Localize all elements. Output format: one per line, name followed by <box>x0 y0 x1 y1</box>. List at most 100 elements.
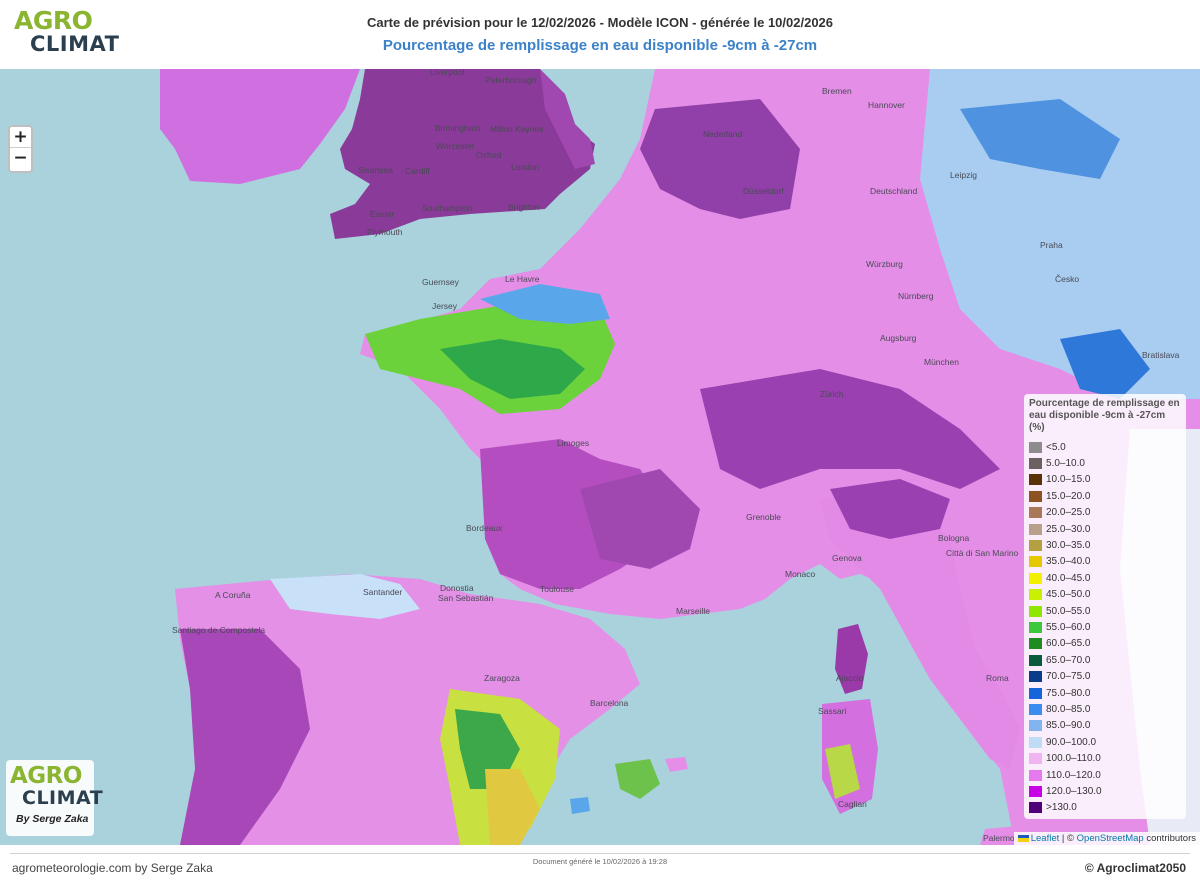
legend-item: 100.0–110.0 <box>1029 750 1181 766</box>
ukraine-flag-icon <box>1017 834 1029 842</box>
city-label: San Sebastián <box>438 593 494 603</box>
agroclimat-logo-box: AGRO CLIMAT By Serge Zaka <box>6 760 103 836</box>
legend-label: 15.0–20.0 <box>1046 490 1091 502</box>
city-label: Hannover <box>868 100 905 110</box>
legend-label: 20.0–25.0 <box>1046 507 1091 519</box>
legend-swatch <box>1029 802 1042 814</box>
legend-label: 50.0–55.0 <box>1046 605 1091 617</box>
legend-swatch <box>1029 703 1042 715</box>
city-label: Southampton <box>422 203 473 213</box>
legend-label: 55.0–60.0 <box>1046 621 1091 633</box>
city-label: Worcester <box>436 141 475 151</box>
city-label: Deutschland <box>870 186 918 196</box>
footer-generated-date: Document généré le 10/02/2026 à 19:28 <box>532 857 668 866</box>
city-label: Liverpool <box>430 69 465 77</box>
city-label: Zürich <box>820 389 844 399</box>
map-view[interactable]: Liverpool Birmingham Peterborough Milton… <box>0 69 1200 845</box>
map-canvas[interactable] <box>0 69 1200 845</box>
legend-swatch <box>1029 671 1042 683</box>
legend-swatch <box>1029 556 1042 568</box>
city-label: Toulouse <box>540 584 575 594</box>
legend-swatch <box>1029 638 1042 650</box>
legend-item: 5.0–10.0 <box>1029 455 1181 471</box>
city-label: Düsseldorf <box>743 186 784 196</box>
legend-item: 30.0–35.0 <box>1029 537 1181 553</box>
city-label: Bratislava <box>1142 350 1180 360</box>
legend-items: <5.0 5.0–10.0 10.0–15.0 15.0–20.0 20.0–25.0 2… <box>1029 439 1181 816</box>
city-label: Swansea <box>358 165 393 175</box>
legend-item: 40.0–45.0 <box>1029 570 1181 586</box>
legend-item: 65.0–70.0 <box>1029 652 1181 668</box>
city-label: Santiago de Compostela <box>172 625 266 635</box>
legend-label: 110.0–120.0 <box>1046 769 1101 781</box>
land-menorca <box>665 757 688 772</box>
city-label: München <box>924 357 959 367</box>
city-label: Città di San Marino <box>946 548 1019 558</box>
city-label: Santander <box>363 587 403 597</box>
legend-swatch <box>1029 720 1042 732</box>
legend-item: <5.0 <box>1029 439 1181 455</box>
zoom-control: + − <box>8 125 33 173</box>
header: AGRO CLIMAT Carte de prévision pour le 1… <box>0 0 1200 69</box>
footer-copyright: © Agroclimat2050 <box>1084 861 1186 875</box>
legend-item: 20.0–25.0 <box>1029 505 1181 521</box>
legend-swatch <box>1029 769 1042 781</box>
legend-swatch <box>1029 589 1042 601</box>
city-label: Jersey <box>432 301 458 311</box>
legend-item: 10.0–15.0 <box>1029 472 1181 488</box>
city-label: Zaragoza <box>484 673 520 683</box>
city-label: Sassari <box>818 706 847 716</box>
legend-label: 60.0–65.0 <box>1046 638 1091 650</box>
legend-item: 15.0–20.0 <box>1029 488 1181 504</box>
city-label: Genova <box>832 553 862 563</box>
legend-swatch <box>1029 687 1042 699</box>
city-label: Peterborough <box>485 75 537 85</box>
land-ireland <box>160 69 360 184</box>
city-label: Ajaccio <box>836 673 864 683</box>
city-label: Limoges <box>557 438 590 448</box>
legend-swatch <box>1029 572 1042 584</box>
city-label: Oxford <box>476 150 502 160</box>
city-label: Bologna <box>938 533 970 543</box>
openstreetmap-link[interactable]: OpenStreetMap <box>1077 833 1144 844</box>
city-label: Plymouth <box>367 227 403 237</box>
legend-label: 70.0–75.0 <box>1046 671 1091 683</box>
legend-item: 25.0–30.0 <box>1029 521 1181 537</box>
legend-item: 120.0–130.0 <box>1029 783 1181 799</box>
city-label: Praha <box>1040 240 1063 250</box>
city-label: Guernsey <box>422 277 459 287</box>
legend-label: 5.0–10.0 <box>1046 458 1085 470</box>
city-label: Birmingham <box>435 123 481 133</box>
legend-swatch <box>1029 621 1042 633</box>
city-label: Leipzig <box>950 170 977 180</box>
legend-item: 75.0–80.0 <box>1029 685 1181 701</box>
city-label: Palermo <box>983 833 1015 843</box>
legend-title: Pourcentage de remplissage en eau dispon… <box>1029 398 1180 433</box>
map-attribution: Leaflet | © OpenStreetMap contributors <box>1013 832 1200 845</box>
city-label: Brighton <box>508 202 540 212</box>
city-label: Nederland <box>703 129 743 139</box>
legend-swatch <box>1029 507 1042 519</box>
legend-label: 120.0–130.0 <box>1046 785 1102 797</box>
author-credit: By Serge Zaka <box>16 813 89 825</box>
leaflet-link[interactable]: Leaflet <box>1031 833 1060 844</box>
legend-swatch <box>1029 785 1042 797</box>
city-label: Exeter <box>370 209 395 219</box>
city-label: London <box>511 162 540 172</box>
legend-item: 80.0–85.0 <box>1029 701 1181 717</box>
legend-swatch <box>1029 540 1042 552</box>
city-label: Monaco <box>785 569 816 579</box>
city-label: Milton Keynes <box>490 124 544 134</box>
legend-swatch <box>1029 490 1042 502</box>
city-label: Würzburg <box>866 259 903 269</box>
legend-item: 50.0–55.0 <box>1029 603 1181 619</box>
map-subtitle: Pourcentage de remplissage en eau dispon… <box>382 37 818 54</box>
legend-label: 100.0–110.0 <box>1046 753 1101 765</box>
footer-divider <box>10 853 1190 854</box>
city-label: Le Havre <box>505 274 540 284</box>
legend-label: 85.0–90.0 <box>1046 720 1091 732</box>
zoom-out-button[interactable]: − <box>10 148 31 169</box>
map-title: Carte de prévision pour le 12/02/2026 - … <box>366 15 834 30</box>
zoom-in-button[interactable]: + <box>10 127 31 148</box>
legend-label: 30.0–35.0 <box>1046 540 1091 552</box>
